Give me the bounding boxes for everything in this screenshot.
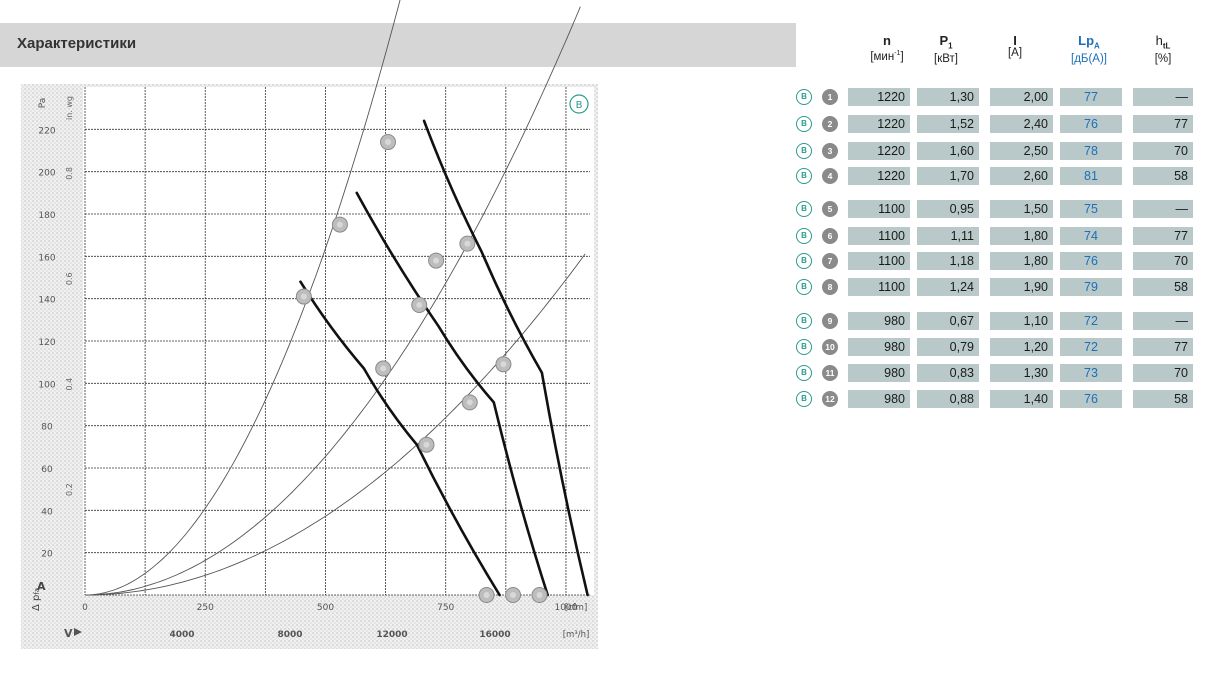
y2-tick-label: 0.8 (65, 167, 74, 180)
operating-point-core (466, 399, 473, 406)
operating-point-core (300, 293, 307, 300)
y2-unit-label: in. wg (65, 96, 74, 120)
operating-point-core (385, 139, 391, 146)
svg-text:V: V (64, 627, 73, 640)
x-tick-label: 500 (317, 603, 334, 613)
operating-point-core (423, 441, 430, 448)
x2-tick-label: 12000 (376, 630, 407, 640)
y-tick-label: 60 (41, 465, 53, 475)
operating-point-core (510, 592, 517, 598)
operating-point-core (500, 361, 507, 368)
operating-point-core (336, 221, 343, 228)
y-tick-label: 40 (41, 507, 53, 517)
operating-point-core (416, 302, 423, 309)
operating-point-core (536, 592, 543, 598)
x2-unit-label: [m³/h] (563, 630, 590, 640)
y-tick-label: 80 (41, 423, 53, 433)
svg-text:Δ pfa: Δ pfa (31, 588, 42, 611)
x-tick-label: 750 (437, 603, 454, 613)
y-tick-label: 220 (38, 126, 55, 136)
x2-tick-label: 16000 (479, 630, 510, 640)
x-tick-label: 250 (197, 603, 214, 613)
y2-tick-label: 0.2 (65, 483, 74, 496)
operating-point-core (380, 365, 387, 372)
y2-tick-label: 0.4 (65, 378, 74, 391)
x2-tick-label: 4000 (169, 630, 194, 640)
y-tick-label: 140 (38, 296, 55, 306)
x2-tick-label: 8000 (277, 630, 302, 640)
y-tick-label: 160 (38, 253, 55, 263)
x-tick-label: 0 (82, 603, 88, 613)
y2-tick-label: 0.6 (65, 272, 74, 285)
operating-point-core (464, 240, 471, 247)
x2-axis-band (83, 620, 594, 646)
characteristic-chart: 20 40 60 80 100 120 140 160 180 200 220 0.2 0.4 0.6 0.… (21, 0, 598, 649)
corner-badge: B (569, 94, 589, 114)
y-tick-label: 120 (38, 338, 55, 348)
y-unit-label: Pa (38, 98, 48, 109)
x-unit-label: [cfm] (565, 603, 588, 613)
operating-point-core (483, 592, 490, 598)
operating-point-core (433, 257, 440, 264)
y-tick-label: 20 (41, 550, 53, 560)
y-tick-label: 180 (38, 211, 55, 221)
y-tick-label: 100 (38, 380, 55, 390)
corner-badge-letter: B (576, 100, 583, 111)
y-tick-label: 200 (38, 169, 55, 179)
